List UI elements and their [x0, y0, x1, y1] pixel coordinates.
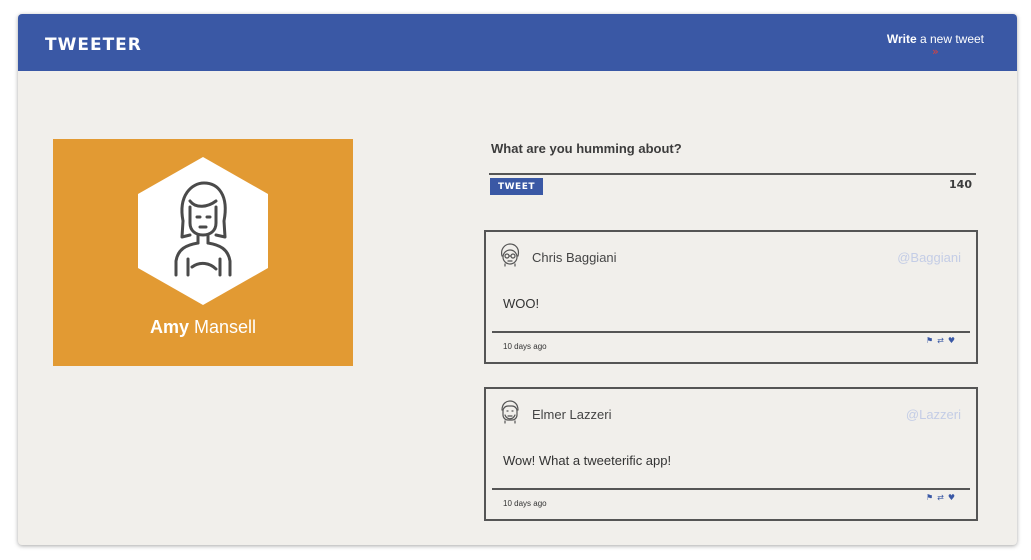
tweet-author[interactable]: Chris Baggiani — [532, 250, 617, 265]
profile-last-name: Mansell — [188, 317, 257, 337]
heart-icon[interactable]: ♥ — [948, 336, 959, 345]
user-avatar-beard-icon — [501, 400, 519, 424]
tweet-actions: ⚑⇄♥ — [926, 493, 959, 502]
tweet-handle[interactable]: @Baggiani — [897, 250, 961, 265]
tweet-date: 10 days ago — [503, 499, 547, 508]
profile-name: Amy Mansell — [53, 317, 353, 338]
character-counter: 140 — [949, 178, 972, 191]
flag-icon[interactable]: ⚑ — [926, 493, 937, 502]
profile-first-name: Amy — [149, 317, 189, 337]
app-window: TWEETER Write a new tweet » Amy Mansell … — [18, 14, 1017, 545]
compose-toggle-bold: Write — [886, 32, 917, 46]
top-navbar: TWEETER Write a new tweet » — [18, 14, 1017, 71]
compose-toggle-text: a new tweet — [916, 32, 984, 46]
tweet-text-input[interactable] — [489, 162, 976, 175]
new-tweet-composer: What are you humming about? TWEET 140 — [489, 141, 978, 195]
tweet-date: 10 days ago — [503, 342, 547, 351]
flag-icon[interactable]: ⚑ — [926, 336, 937, 345]
tweet-content: WOO! — [503, 296, 540, 311]
user-avatar-glasses-icon — [501, 243, 520, 267]
tweet-card: Chris Baggiani @Baggiani WOO! 10 days ag… — [484, 230, 978, 364]
composer-prompt: What are you humming about? — [491, 141, 682, 156]
profile-avatar — [138, 157, 268, 305]
retweet-icon[interactable]: ⇄ — [937, 493, 948, 502]
app-logo[interactable]: TWEETER — [45, 35, 142, 55]
tweet-content: Wow! What a tweeterific app! — [503, 453, 672, 468]
tweet-divider — [492, 488, 970, 490]
retweet-icon[interactable]: ⇄ — [937, 336, 948, 345]
female-user-avatar-icon — [138, 157, 268, 305]
tweet-divider — [492, 331, 970, 333]
tweet-author[interactable]: Elmer Lazzeri — [532, 407, 611, 422]
tweet-card: Elmer Lazzeri @Lazzeri Wow! What a tweet… — [484, 387, 978, 521]
tweet-actions: ⚑⇄♥ — [926, 336, 959, 345]
profile-card: Amy Mansell — [53, 139, 353, 366]
heart-icon[interactable]: ♥ — [948, 493, 959, 502]
tweet-submit-button[interactable]: TWEET — [490, 178, 543, 195]
tweet-handle[interactable]: @Lazzeri — [906, 407, 961, 422]
double-chevron-down-icon: » — [932, 45, 939, 58]
compose-toggle-button[interactable]: Write a new tweet » — [886, 32, 984, 58]
